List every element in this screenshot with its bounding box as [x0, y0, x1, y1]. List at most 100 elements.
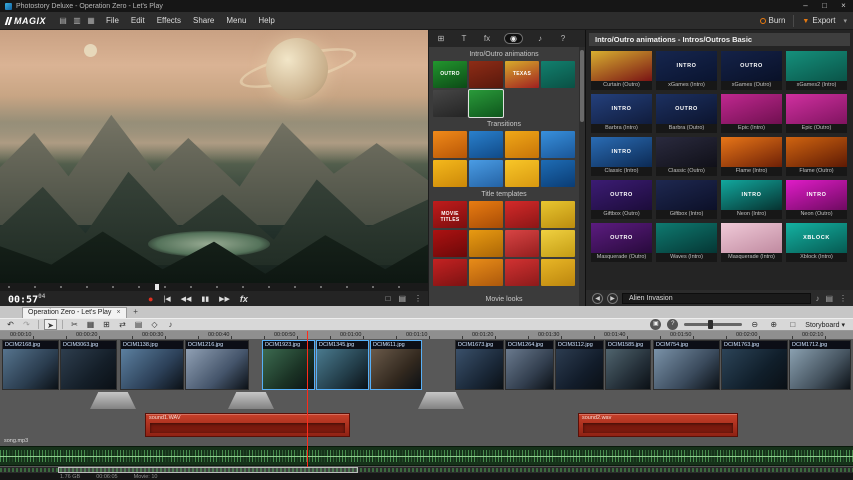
pool-thumbnail[interactable]: [541, 230, 575, 257]
burn-button[interactable]: Burn: [760, 16, 786, 25]
export-button[interactable]: ▼Export: [802, 16, 835, 25]
forward-button[interactable]: ▶: [607, 293, 618, 304]
pool-thumbnail[interactable]: [505, 160, 539, 187]
timeline-clip[interactable]: DCIM3112.jpg: [555, 340, 604, 390]
pool-thumbnail[interactable]: [469, 201, 503, 228]
pool-thumbnail[interactable]: [469, 131, 503, 158]
effects-button[interactable]: fx: [240, 294, 248, 304]
zoom-slider[interactable]: [684, 323, 742, 326]
menu-edit[interactable]: Edit: [125, 12, 151, 30]
fit-screen-icon[interactable]: □: [786, 319, 799, 330]
template-item[interactable]: OUTROBarbra (Outro): [656, 94, 717, 133]
mode-help-icon[interactable]: ?: [667, 319, 678, 330]
menu-menu[interactable]: Menu: [220, 12, 252, 30]
zoom-out-icon[interactable]: ⊖: [748, 319, 761, 330]
pool-thumbnail[interactable]: [469, 230, 503, 257]
music-track[interactable]: [0, 446, 853, 466]
transition-handle[interactable]: [90, 392, 136, 409]
rewind-button[interactable]: ◀◀: [181, 295, 192, 303]
template-item[interactable]: Masquerade (Intro): [721, 223, 782, 262]
audio-tools-button[interactable]: ♪: [164, 319, 177, 330]
timeline-clip[interactable]: DCIM1585.jpg: [605, 340, 651, 390]
pool-thumbnail[interactable]: [541, 61, 575, 88]
redo-button[interactable]: ↷: [20, 319, 33, 330]
timeline-clip[interactable]: DCIM1264.jpg: [505, 340, 554, 390]
project-tab[interactable]: Operation Zero - Let's Play ×: [22, 307, 127, 318]
menu-file[interactable]: File: [100, 12, 125, 30]
audio-clip[interactable]: sound2.wav: [578, 413, 738, 437]
pool-thumbnail[interactable]: [433, 160, 467, 187]
template-item[interactable]: Curtain (Outro): [591, 51, 652, 90]
transition-handle[interactable]: [418, 392, 464, 409]
pool-thumbnail[interactable]: [505, 259, 539, 286]
mouse-mode-button[interactable]: ➤: [44, 319, 57, 330]
timeline-clip[interactable]: DCIM2168.jpg: [2, 340, 59, 390]
maximize-button[interactable]: □: [815, 0, 834, 12]
selected-template-field[interactable]: Alien Invasion: [622, 293, 811, 304]
marker-button[interactable]: ◇: [148, 319, 161, 330]
template-item[interactable]: xGames2 (Intro): [786, 51, 847, 90]
template-item[interactable]: Giftbox (Intro): [656, 180, 717, 219]
timeline-clip[interactable]: DCIM754.jpg: [653, 340, 720, 390]
fast-forward-button[interactable]: ▶▶: [219, 295, 230, 303]
browser-menu-icon[interactable]: ⋮: [839, 294, 847, 303]
timeline-clip[interactable]: DCIM3063.jpg: [60, 340, 117, 390]
template-item[interactable]: INTROClassic (Intro): [591, 137, 652, 176]
template-item[interactable]: Epic (Intro): [721, 94, 782, 133]
playhead[interactable]: [307, 331, 308, 467]
group-button[interactable]: ⊞: [100, 319, 113, 330]
template-item[interactable]: INTRONeon (Outro): [786, 180, 847, 219]
pool-tab-music[interactable]: ♪: [534, 34, 546, 43]
pool-thumbnail[interactable]: [433, 259, 467, 286]
timeline-clip[interactable]: DCIM1763.jpg: [721, 340, 788, 390]
menu-help[interactable]: Help: [252, 12, 280, 30]
grid-view-button[interactable]: ▤: [132, 319, 145, 330]
save-project-icon[interactable]: ▦: [84, 16, 98, 25]
fullscreen-icon[interactable]: □: [386, 294, 391, 303]
pool-thumbnail[interactable]: [541, 131, 575, 158]
undo-button[interactable]: ↶: [4, 319, 17, 330]
pool-thumbnail[interactable]: [469, 61, 503, 88]
split-button[interactable]: ▦: [84, 319, 97, 330]
template-item[interactable]: OUTROxGames (Outro): [721, 51, 782, 90]
transition-handle[interactable]: [228, 392, 274, 409]
template-item[interactable]: XBLOCKXblock (Intro): [786, 223, 847, 262]
template-item[interactable]: Waves (Intro): [656, 223, 717, 262]
pool-thumbnail[interactable]: [469, 160, 503, 187]
timeline-clip[interactable]: DCIM1345.jpg: [316, 340, 369, 390]
pool-thumbnail[interactable]: [433, 131, 467, 158]
pool-tab-templates[interactable]: ◉: [504, 33, 523, 44]
pool-thumbnail[interactable]: [505, 230, 539, 257]
cut-button[interactable]: ✂: [68, 319, 81, 330]
pool-thumbnail[interactable]: MOVIE TITLES: [433, 201, 467, 228]
audio-clip[interactable]: sound1.WAV: [145, 413, 350, 437]
pool-thumbnail[interactable]: TEXAS: [505, 61, 539, 88]
new-project-icon[interactable]: ▤: [56, 16, 70, 25]
load-project-icon[interactable]: ▥: [70, 16, 84, 25]
template-item[interactable]: INTROBarbra (Intro): [591, 94, 652, 133]
pool-tab-titles[interactable]: T: [458, 34, 470, 43]
timeline-ruler[interactable]: 00:00:1000:00:2000:00:3000:00:4000:00:50…: [0, 331, 853, 339]
new-tab-button[interactable]: +: [130, 307, 142, 318]
pool-thumbnail[interactable]: [433, 230, 467, 257]
pool-tab-help[interactable]: ?: [557, 34, 569, 43]
pool-tab-effects[interactable]: fx: [481, 34, 493, 43]
pool-thumbnail[interactable]: [541, 160, 575, 187]
view-mode-select[interactable]: Storyboard ▾: [805, 321, 845, 329]
pool-thumbnail[interactable]: [541, 259, 575, 286]
mode-film-icon[interactable]: ▣: [650, 319, 661, 330]
preview-scrub-bar[interactable]: [0, 283, 428, 291]
pool-tab-media-grid[interactable]: ⊞: [435, 34, 447, 43]
scrub-position-marker[interactable]: [155, 284, 159, 290]
timeline-clip[interactable]: DCIM611.jpg: [370, 340, 422, 390]
record-button[interactable]: ●: [148, 294, 153, 304]
collapse-icon[interactable]: ▾: [843, 17, 847, 25]
timeline-clip[interactable]: DCIM1712.jpg: [789, 340, 851, 390]
tab-close-icon[interactable]: ×: [116, 308, 120, 318]
minimize-button[interactable]: –: [796, 0, 815, 12]
back-button[interactable]: ◀: [592, 293, 603, 304]
timeline-clip[interactable]: DCIM1216.jpg: [185, 340, 249, 390]
template-item[interactable]: INTRONeon (Intro): [721, 180, 782, 219]
template-item[interactable]: Epic (Outro): [786, 94, 847, 133]
audio-preview-icon[interactable]: ♪: [815, 294, 819, 303]
